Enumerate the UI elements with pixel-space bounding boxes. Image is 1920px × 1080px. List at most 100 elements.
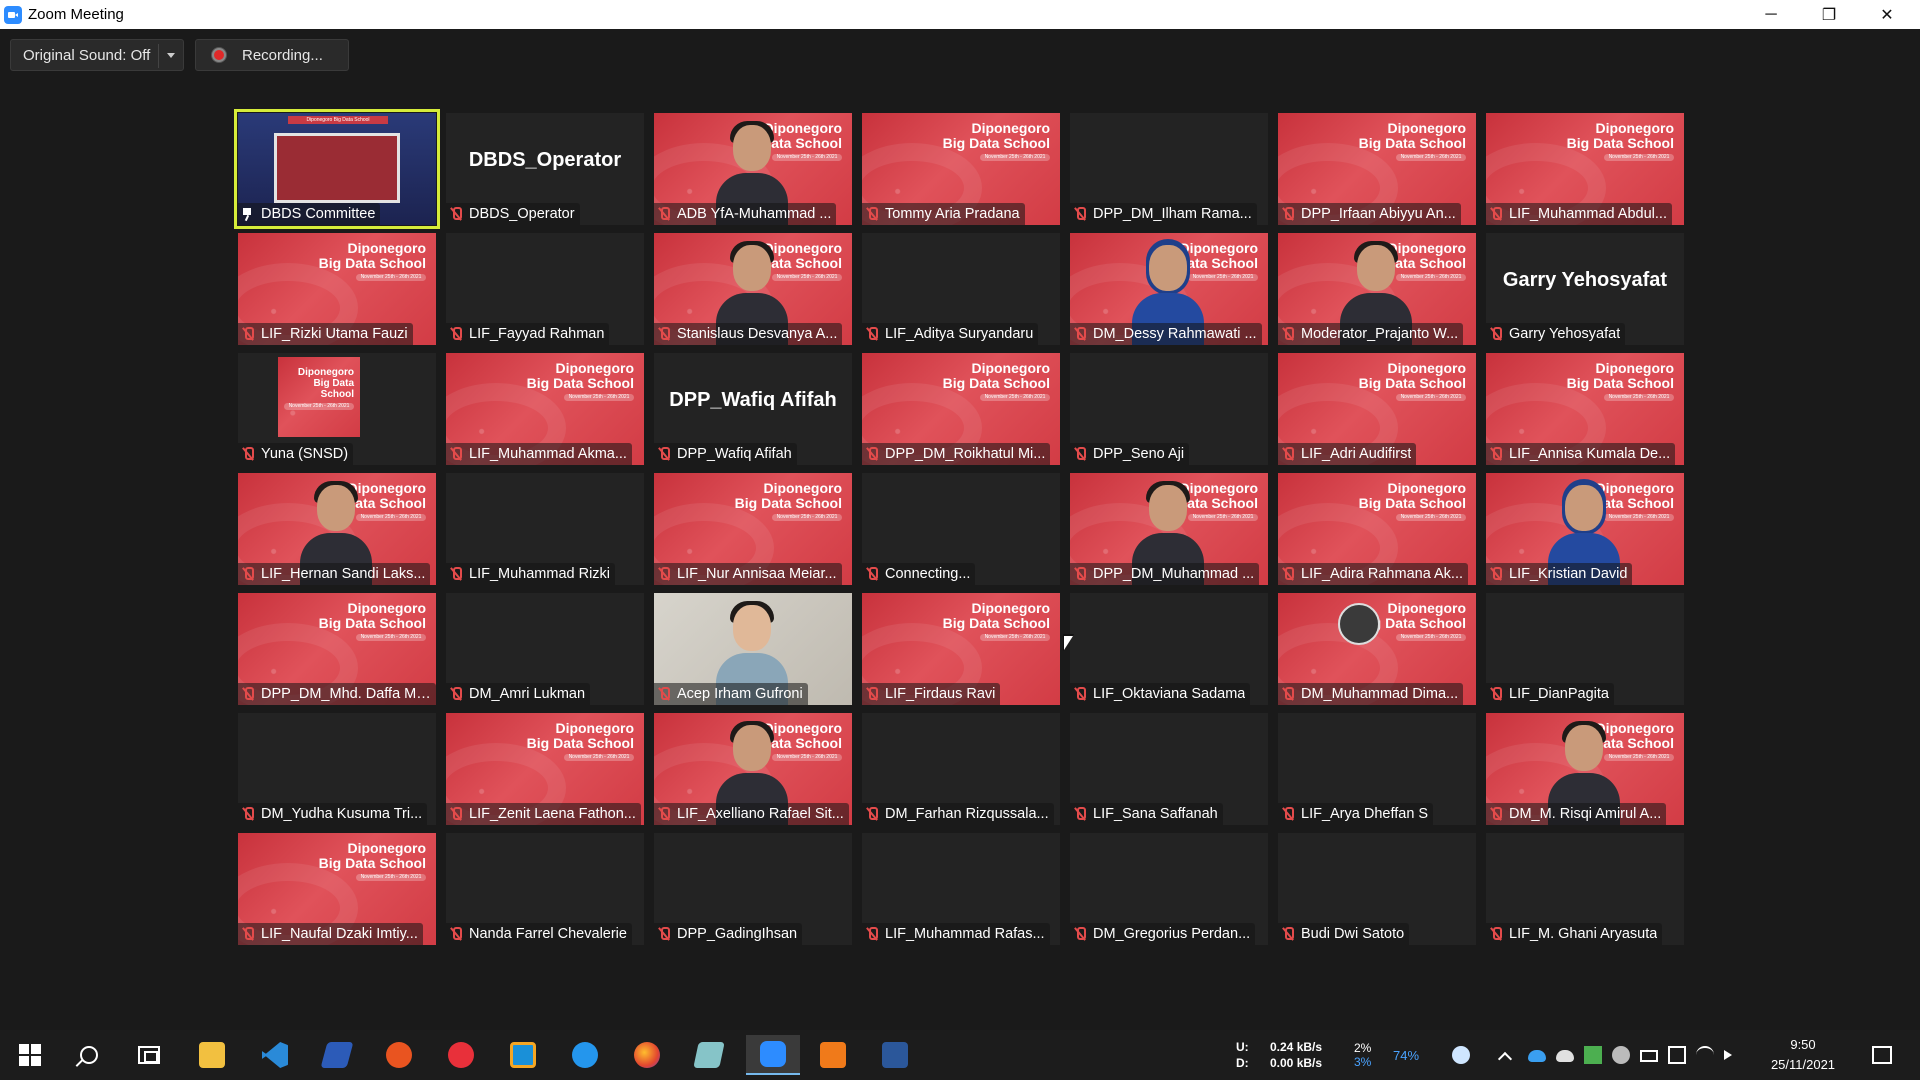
participant-name: DPP_GadingIhsan [677,926,798,942]
taskbar-vscode[interactable] [250,1035,300,1075]
battery-icon[interactable] [1640,1050,1658,1062]
participant-tile[interactable]: Diponegoro Big Data School November 25th -… [1278,593,1476,705]
participant-tile[interactable]: Diponegoro Big Data School November 25th -… [238,353,436,465]
mic-muted-icon [1489,567,1503,581]
participant-tile[interactable]: Diponegoro Big Data School November 25th -… [1486,113,1684,225]
participant-tile[interactable]: DM_Amri Lukman [446,593,644,705]
participant-tile[interactable]: Diponegoro Big Data School November 25th -… [654,473,852,585]
participant-tile[interactable]: DPP_Seno Aji [1070,353,1268,465]
taskbar-firefox[interactable] [622,1035,672,1075]
participant-tile[interactable]: Diponegoro Big Data School November 25th -… [1278,113,1476,225]
participant-tile[interactable]: Connecting... [862,473,1060,585]
network-icon[interactable] [1668,1046,1686,1064]
taskbar-file-explorer[interactable] [187,1035,237,1075]
taskbar-word[interactable] [870,1035,920,1075]
participant-tile[interactable]: DPP_GadingIhsan [654,833,852,945]
participant-tile[interactable]: LIF_Oktaviana Sadama [1070,593,1268,705]
participant-name: LIF_Muhammad Abdul... [1509,206,1667,222]
participant-tile[interactable]: DBDS_Operator DBDS_Operator [446,113,644,225]
search-button[interactable] [64,1035,114,1075]
taskbar-anydesk[interactable] [436,1035,486,1075]
notifications-icon[interactable] [1872,1046,1892,1064]
record-icon [212,48,226,62]
participant-tile[interactable]: LIF_Sana Saffanah [1070,713,1268,825]
participant-tile[interactable]: Diponegoro Big Data School November 25th -… [1278,233,1476,345]
participant-tile[interactable]: Budi Dwi Satoto [1278,833,1476,945]
participant-tile[interactable]: Diponegoro Big Data School November 25th -… [238,473,436,585]
close-button[interactable]: ✕ [1858,0,1916,29]
participant-tile[interactable]: Acep Irham Gufroni [654,593,852,705]
participant-tile[interactable]: Diponegoro Big Data School November 25th -… [1070,473,1268,585]
participant-tile[interactable]: Diponegoro Big Data School November 25th -… [1486,353,1684,465]
participant-tile[interactable]: Garry Yehosyafat Garry Yehosyafat [1486,233,1684,345]
participant-tile[interactable]: Nanda Farrel Chevalerie [446,833,644,945]
participant-tile[interactable]: Diponegoro Big Data School November 25th -… [1486,713,1684,825]
participant-name-label: LIF_Axelliano Rafael Sit... [654,803,849,825]
participant-tile[interactable]: Diponegoro Big Data School November 25th -… [862,353,1060,465]
mic-muted-icon [865,567,879,581]
participant-name-label: Tommy Aria Pradana [862,203,1025,225]
onedrive-icon[interactable] [1528,1050,1546,1062]
participant-tile[interactable]: LIF_Aditya Suryandaru [862,233,1060,345]
participant-tile[interactable]: LIF_Arya Dheffan S [1278,713,1476,825]
taskbar-notepad[interactable] [684,1035,734,1075]
minimize-button[interactable]: ─ [1742,0,1800,29]
taskbar-docker[interactable] [560,1035,610,1075]
participant-tile[interactable]: Diponegoro Big Data School November 25th -… [446,713,644,825]
participant-name: LIF_M. Ghani Aryasuta [1509,926,1658,942]
participant-tile[interactable]: Diponegoro Big Data School November 25th -… [654,713,852,825]
participant-tile[interactable]: LIF_M. Ghani Aryasuta [1486,833,1684,945]
participant-tile[interactable]: Diponegoro Big Data School November 25th -… [654,233,852,345]
participant-tile[interactable]: Diponegoro Big Data School November 25th -… [654,113,852,225]
participant-tile[interactable]: LIF_Muhammad Rafas... [862,833,1060,945]
taskbar-pdf-reader[interactable] [808,1035,858,1075]
task-view-button[interactable] [124,1035,174,1075]
chevron-up-icon[interactable] [1497,1051,1513,1067]
taskbar-ubuntu[interactable] [374,1035,424,1075]
participant-display-name: Garry Yehosyafat [1502,269,1668,291]
wifi-icon[interactable] [1696,1046,1714,1064]
participant-name-label: LIF_Adri Audifirst [1278,443,1417,465]
participant-tile[interactable]: Diponegoro Big Data School November 25th -… [238,233,436,345]
participant-tile[interactable]: Diponegoro Big Data School DBDS Committee [234,109,440,229]
participant-tile[interactable]: Diponegoro Big Data School November 25th -… [1278,473,1476,585]
recording-indicator[interactable]: Recording... [195,39,349,71]
app-tray-icon[interactable] [1584,1046,1602,1064]
participant-tile[interactable]: Diponegoro Big Data School November 25th -… [1486,473,1684,585]
participant-tile[interactable]: Diponegoro Big Data School November 25th -… [238,593,436,705]
start-button[interactable] [5,1035,55,1075]
participant-tile[interactable]: LIF_Fayyad Rahman [446,233,644,345]
taskbar-zoom[interactable] [746,1035,800,1075]
participant-tile[interactable]: DM_Farhan Rizqussala... [862,713,1060,825]
mic-muted-icon [657,447,671,461]
participant-tile[interactable]: Diponegoro Big Data School November 25th -… [862,593,1060,705]
original-sound-label: Original Sound: Off [23,46,151,64]
cloud-icon[interactable] [1556,1050,1574,1062]
participant-name: DM_M. Risqi Amirul A... [1509,806,1662,822]
participant-tile[interactable]: Diponegoro Big Data School November 25th -… [446,353,644,465]
task-view-icon [138,1046,160,1064]
participant-tile[interactable]: LIF_Muhammad Rizki [446,473,644,585]
participant-tile[interactable]: DM_Gregorius Perdan... [1070,833,1268,945]
participant-tile[interactable]: LIF_DianPagita [1486,593,1684,705]
participant-name-label: DM_Muhammad Dima... [1278,683,1464,705]
participant-tile[interactable]: Diponegoro Big Data School November 25th -… [862,113,1060,225]
participant-name: Nanda Farrel Chevalerie [469,926,627,942]
taskbar-powershell[interactable] [312,1035,362,1075]
restore-button[interactable]: ❐ [1800,0,1858,29]
participant-tile[interactable]: Diponegoro Big Data School November 25th -… [238,833,436,945]
steam-icon[interactable] [1612,1046,1630,1064]
weather-icon[interactable] [1452,1046,1470,1064]
volume-icon[interactable] [1724,1050,1732,1060]
taskbar-virtualbox[interactable] [498,1035,548,1075]
original-sound-toggle[interactable]: Original Sound: Off [10,39,184,71]
participant-tile[interactable]: Diponegoro Big Data School November 25th -… [1278,353,1476,465]
participant-tile[interactable]: DM_Yudha Kusuma Tri... [238,713,436,825]
download-label: D: [1236,1056,1249,1070]
participant-tile[interactable]: Diponegoro Big Data School November 25th -… [1070,233,1268,345]
mic-muted-icon [241,567,255,581]
chevron-down-icon[interactable] [167,53,175,58]
participant-tile[interactable]: DPP_Wafiq Afifah DPP_Wafiq Afifah [654,353,852,465]
participant-tile[interactable]: DPP_DM_Ilham Rama... [1070,113,1268,225]
clock[interactable]: 9:50 25/11/2021 [1768,1030,1838,1080]
